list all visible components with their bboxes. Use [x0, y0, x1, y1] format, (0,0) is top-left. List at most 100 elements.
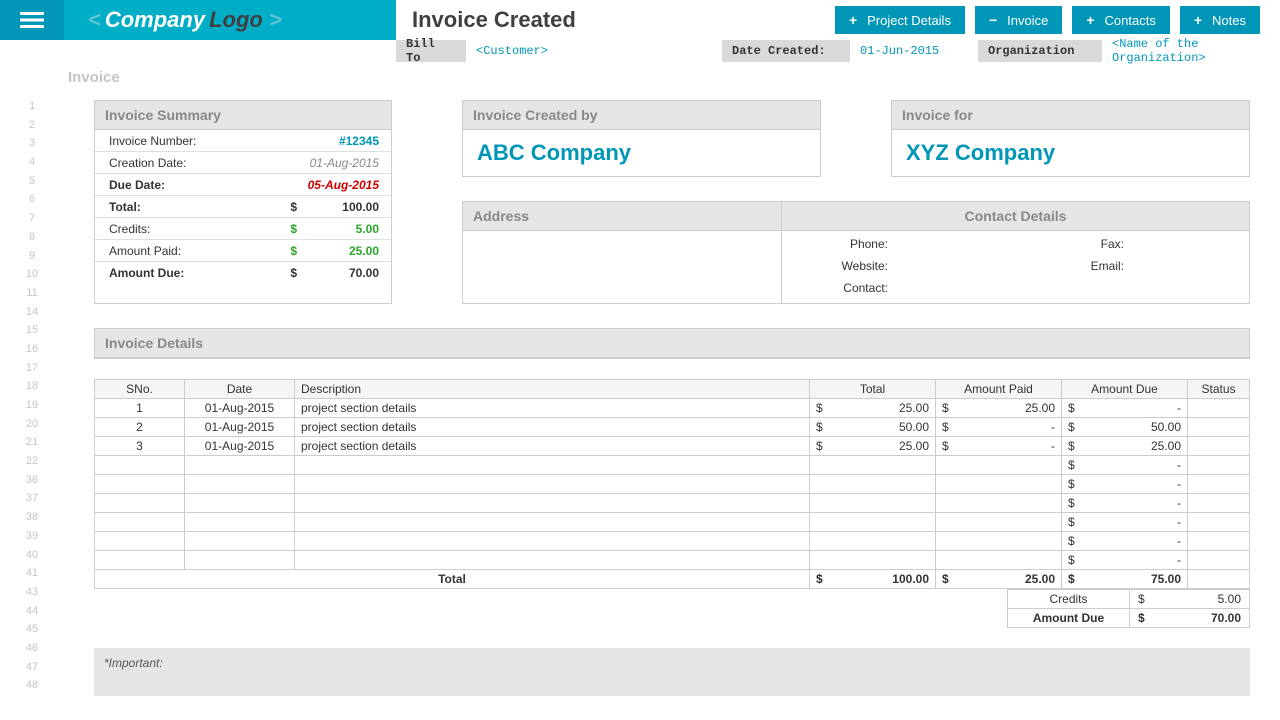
sheet-tab[interactable]: Invoice — [0, 62, 1280, 92]
row-number: 3 — [0, 137, 64, 156]
row-number: 8 — [0, 231, 64, 250]
row-number: 7 — [0, 212, 64, 231]
action-button-invoice[interactable]: −Invoice — [975, 6, 1062, 34]
row-number: 17 — [0, 362, 64, 381]
address-header: Address — [463, 202, 781, 231]
details-header: Invoice Details — [95, 329, 1249, 358]
important-note: *Important: — [94, 648, 1250, 696]
row-number: 39 — [0, 530, 64, 549]
menu-button[interactable] — [0, 0, 64, 40]
table-total-row: Total$100.00$25.00$75.00 — [95, 570, 1250, 589]
contact-details-box: Contact Details Phone:Fax: Website:Email… — [782, 201, 1250, 304]
row-number: 10 — [0, 268, 64, 287]
row-number: 2 — [0, 119, 64, 138]
created-by-value: ABC Company — [463, 130, 820, 176]
row-number: 4 — [0, 156, 64, 175]
table-row[interactable]: 201-Aug-2015project section details$50.0… — [95, 418, 1250, 437]
row-number: 21 — [0, 436, 64, 455]
row-number: 22 — [0, 455, 64, 474]
customer-value[interactable]: <Customer> — [466, 40, 722, 62]
summary-row-value: 25.00 — [303, 244, 391, 258]
row-number: 41 — [0, 567, 64, 586]
contact-label: Contact: — [782, 281, 894, 295]
contact-details-header: Contact Details — [782, 202, 1249, 231]
created-by-header: Invoice Created by — [463, 101, 820, 130]
minus-icon: − — [989, 12, 997, 28]
plus-icon: + — [849, 12, 857, 28]
table-row-empty[interactable]: $- — [95, 532, 1250, 551]
website-label: Website: — [782, 259, 894, 273]
row-number: 47 — [0, 661, 64, 680]
row-number: 1 — [0, 100, 64, 119]
row-number: 6 — [0, 193, 64, 212]
row-number: 20 — [0, 418, 64, 437]
row-number: 40 — [0, 549, 64, 568]
action-button-project-details[interactable]: +Project Details — [835, 6, 965, 34]
fax-label: Fax: — [894, 237, 1130, 251]
action-button-contacts[interactable]: +Contacts — [1072, 6, 1170, 34]
table-row-empty[interactable]: $- — [95, 494, 1250, 513]
invoice-summary-box: Invoice Summary Invoice Number: #12345 Cre… — [94, 100, 392, 304]
bill-to-label: Bill To — [396, 40, 466, 62]
page-title: Invoice Created — [396, 0, 835, 40]
summary-row-label: Creation Date: — [95, 156, 279, 170]
column-header: Amount Due — [1062, 380, 1188, 399]
summary-row-label: Credits: — [95, 222, 279, 236]
hamburger-icon — [20, 8, 44, 32]
row-number: 43 — [0, 586, 64, 605]
organization-value[interactable]: <Name of the Organization> — [1102, 40, 1280, 62]
row-number: 14 — [0, 306, 64, 325]
bottom-summary-table: Credits$5.00 Amount Due$70.00 — [1007, 589, 1250, 628]
summary-row-label: Due Date: — [95, 178, 279, 192]
summary-row-label: Invoice Number: — [95, 134, 279, 148]
summary-row-value: 01-Aug-2015 — [303, 156, 391, 170]
created-by-box: Invoice Created by ABC Company — [462, 100, 821, 177]
table-row-empty[interactable]: $- — [95, 475, 1250, 494]
action-button-notes[interactable]: +Notes — [1180, 6, 1260, 34]
table-row[interactable]: 101-Aug-2015project section details$25.0… — [95, 399, 1250, 418]
row-number: 11 — [0, 287, 64, 306]
column-header: SNo. — [95, 380, 185, 399]
row-number: 19 — [0, 399, 64, 418]
invoice-for-value: XYZ Company — [892, 130, 1249, 176]
summary-row-label: Amount Due: — [95, 266, 279, 280]
plus-icon: + — [1194, 12, 1202, 28]
credits-label: Credits — [1008, 590, 1130, 609]
amount-due-label: Amount Due — [1008, 609, 1130, 628]
row-number: 18 — [0, 380, 64, 399]
summary-header: Invoice Summary — [95, 101, 391, 130]
table-row-empty[interactable]: $- — [95, 456, 1250, 475]
row-number: 5 — [0, 175, 64, 194]
phone-label: Phone: — [782, 237, 894, 251]
company-logo: < Company Logo > — [64, 0, 396, 40]
summary-row-value: 100.00 — [303, 200, 391, 214]
invoice-details-box: Invoice Details — [94, 328, 1250, 359]
summary-row-label: Total: — [95, 200, 279, 214]
organization-label: Organization — [978, 40, 1102, 62]
column-header: Total — [810, 380, 936, 399]
date-created-label: Date Created: — [722, 40, 850, 62]
summary-row-value: 70.00 — [303, 266, 391, 280]
summary-row-value: #12345 — [303, 134, 391, 148]
row-number: 37 — [0, 492, 64, 511]
summary-row-value: 5.00 — [303, 222, 391, 236]
column-header: Status — [1188, 380, 1250, 399]
row-number: 46 — [0, 642, 64, 661]
row-number: 48 — [0, 679, 64, 698]
row-number: 15 — [0, 324, 64, 343]
invoice-for-box: Invoice for XYZ Company — [891, 100, 1250, 177]
table-row[interactable]: 301-Aug-2015project section details$25.0… — [95, 437, 1250, 456]
column-header: Amount Paid — [936, 380, 1062, 399]
table-row-empty[interactable]: $- — [95, 551, 1250, 570]
table-row-empty[interactable]: $- — [95, 513, 1250, 532]
row-number: 36 — [0, 474, 64, 493]
row-number: 44 — [0, 605, 64, 624]
email-label: Email: — [894, 259, 1130, 273]
date-created-value[interactable]: 01-Jun-2015 — [850, 40, 978, 62]
row-number: 38 — [0, 511, 64, 530]
row-number: 16 — [0, 343, 64, 362]
summary-row-value: 05-Aug-2015 — [303, 178, 391, 192]
invoice-for-header: Invoice for — [892, 101, 1249, 130]
row-number: 45 — [0, 623, 64, 642]
address-box: Address — [462, 201, 782, 304]
